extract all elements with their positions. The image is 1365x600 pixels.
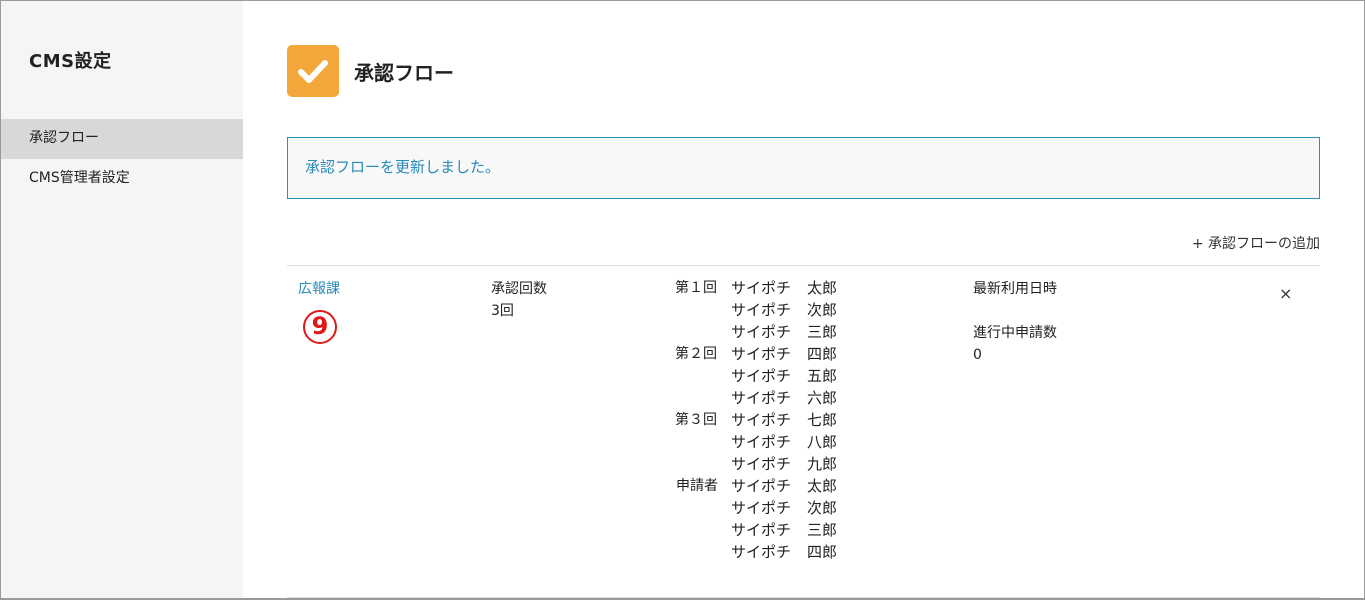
page-header: 承認フロー: [287, 45, 454, 97]
applicant-label: 申請者: [676, 478, 718, 494]
applicant-group: 申請者 サイポチ 太郎 サイポチ 次郎 サイポチ 三郎 サイポチ 四郎: [675, 475, 837, 563]
approver: サイポチ 次郎: [731, 301, 838, 319]
delete-flow-button[interactable]: ×: [1279, 284, 1292, 303]
approver: サイポチ 九郎: [731, 455, 838, 473]
approver: サイポチ 八郎: [731, 433, 838, 451]
sidebar-title: CMS設定: [29, 51, 112, 72]
step-group: 第１回 サイポチ 太郎 サイポチ 次郎 サイポチ 三郎: [675, 277, 837, 343]
success-notice: 承認フローを更新しました。: [287, 137, 1320, 199]
approval-steps: 第１回 サイポチ 太郎 サイポチ 次郎 サイポチ 三郎 第２回 サイポチ 四郎 サイポチ…: [675, 277, 837, 563]
step-group: 第２回 サイポチ 四郎 サイポチ 五郎 サイポチ 六郎: [675, 343, 837, 409]
sidebar-item-cms-admin[interactable]: CMS管理者設定: [1, 159, 243, 199]
page-title: 承認フロー: [354, 60, 454, 85]
divider: [287, 265, 1320, 266]
approver: サイポチ 三郎: [731, 323, 838, 341]
step-label: 第２回: [675, 346, 717, 362]
approval-count-label: 承認回数: [491, 281, 547, 297]
approver: サイポチ 六郎: [731, 389, 838, 407]
main-content: 承認フロー 承認フローを更新しました。 + 承認フローの追加 広報課 9 承認回…: [243, 1, 1364, 598]
applicant: サイポチ 太郎: [731, 477, 838, 495]
in-progress-label: 進行中申請数: [973, 325, 1057, 341]
approval-count-value: 3回: [491, 303, 514, 319]
approver: サイポチ 太郎: [731, 279, 838, 297]
sidebar-item-approval-flow[interactable]: 承認フロー: [1, 119, 243, 159]
applicant-list: サイポチ 太郎 サイポチ 次郎 サイポチ 三郎 サイポチ 四郎: [731, 475, 837, 563]
divider: [287, 597, 1320, 598]
approval-count: 承認回数 3回: [491, 278, 547, 322]
approver: サイポチ 四郎: [731, 345, 838, 363]
step-label: 第１回: [675, 280, 717, 296]
add-approval-flow-link[interactable]: + 承認フローの追加: [1192, 233, 1320, 253]
last-used-label: 最新利用日時: [973, 281, 1057, 297]
check-icon: [287, 45, 339, 97]
sidebar: CMS設定 承認フロー CMS管理者設定: [1, 1, 243, 598]
applicant: サイポチ 三郎: [731, 521, 838, 539]
in-progress-value: 0: [973, 347, 982, 363]
approver: サイポチ 五郎: [731, 367, 838, 385]
last-used-value: [973, 300, 1057, 322]
approver: サイポチ 七郎: [731, 411, 838, 429]
step-label: 第３回: [675, 412, 717, 428]
flow-info: 最新利用日時 進行中申請数 0: [973, 278, 1057, 366]
app-window: CMS設定 承認フロー CMS管理者設定 承認フロー 承認フローを更新しました。…: [0, 0, 1365, 600]
annotation-marker: 9: [303, 310, 337, 344]
applicant: サイポチ 次郎: [731, 499, 838, 517]
approver-list: サイポチ 四郎 サイポチ 五郎 サイポチ 六郎: [731, 343, 837, 409]
step-group: 第３回 サイポチ 七郎 サイポチ 八郎 サイポチ 九郎: [675, 409, 837, 475]
flow-name-link[interactable]: 広報課: [298, 278, 340, 298]
applicant: サイポチ 四郎: [731, 543, 838, 561]
approver-list: サイポチ 太郎 サイポチ 次郎 サイポチ 三郎: [731, 277, 837, 343]
approver-list: サイポチ 七郎 サイポチ 八郎 サイポチ 九郎: [731, 409, 837, 475]
